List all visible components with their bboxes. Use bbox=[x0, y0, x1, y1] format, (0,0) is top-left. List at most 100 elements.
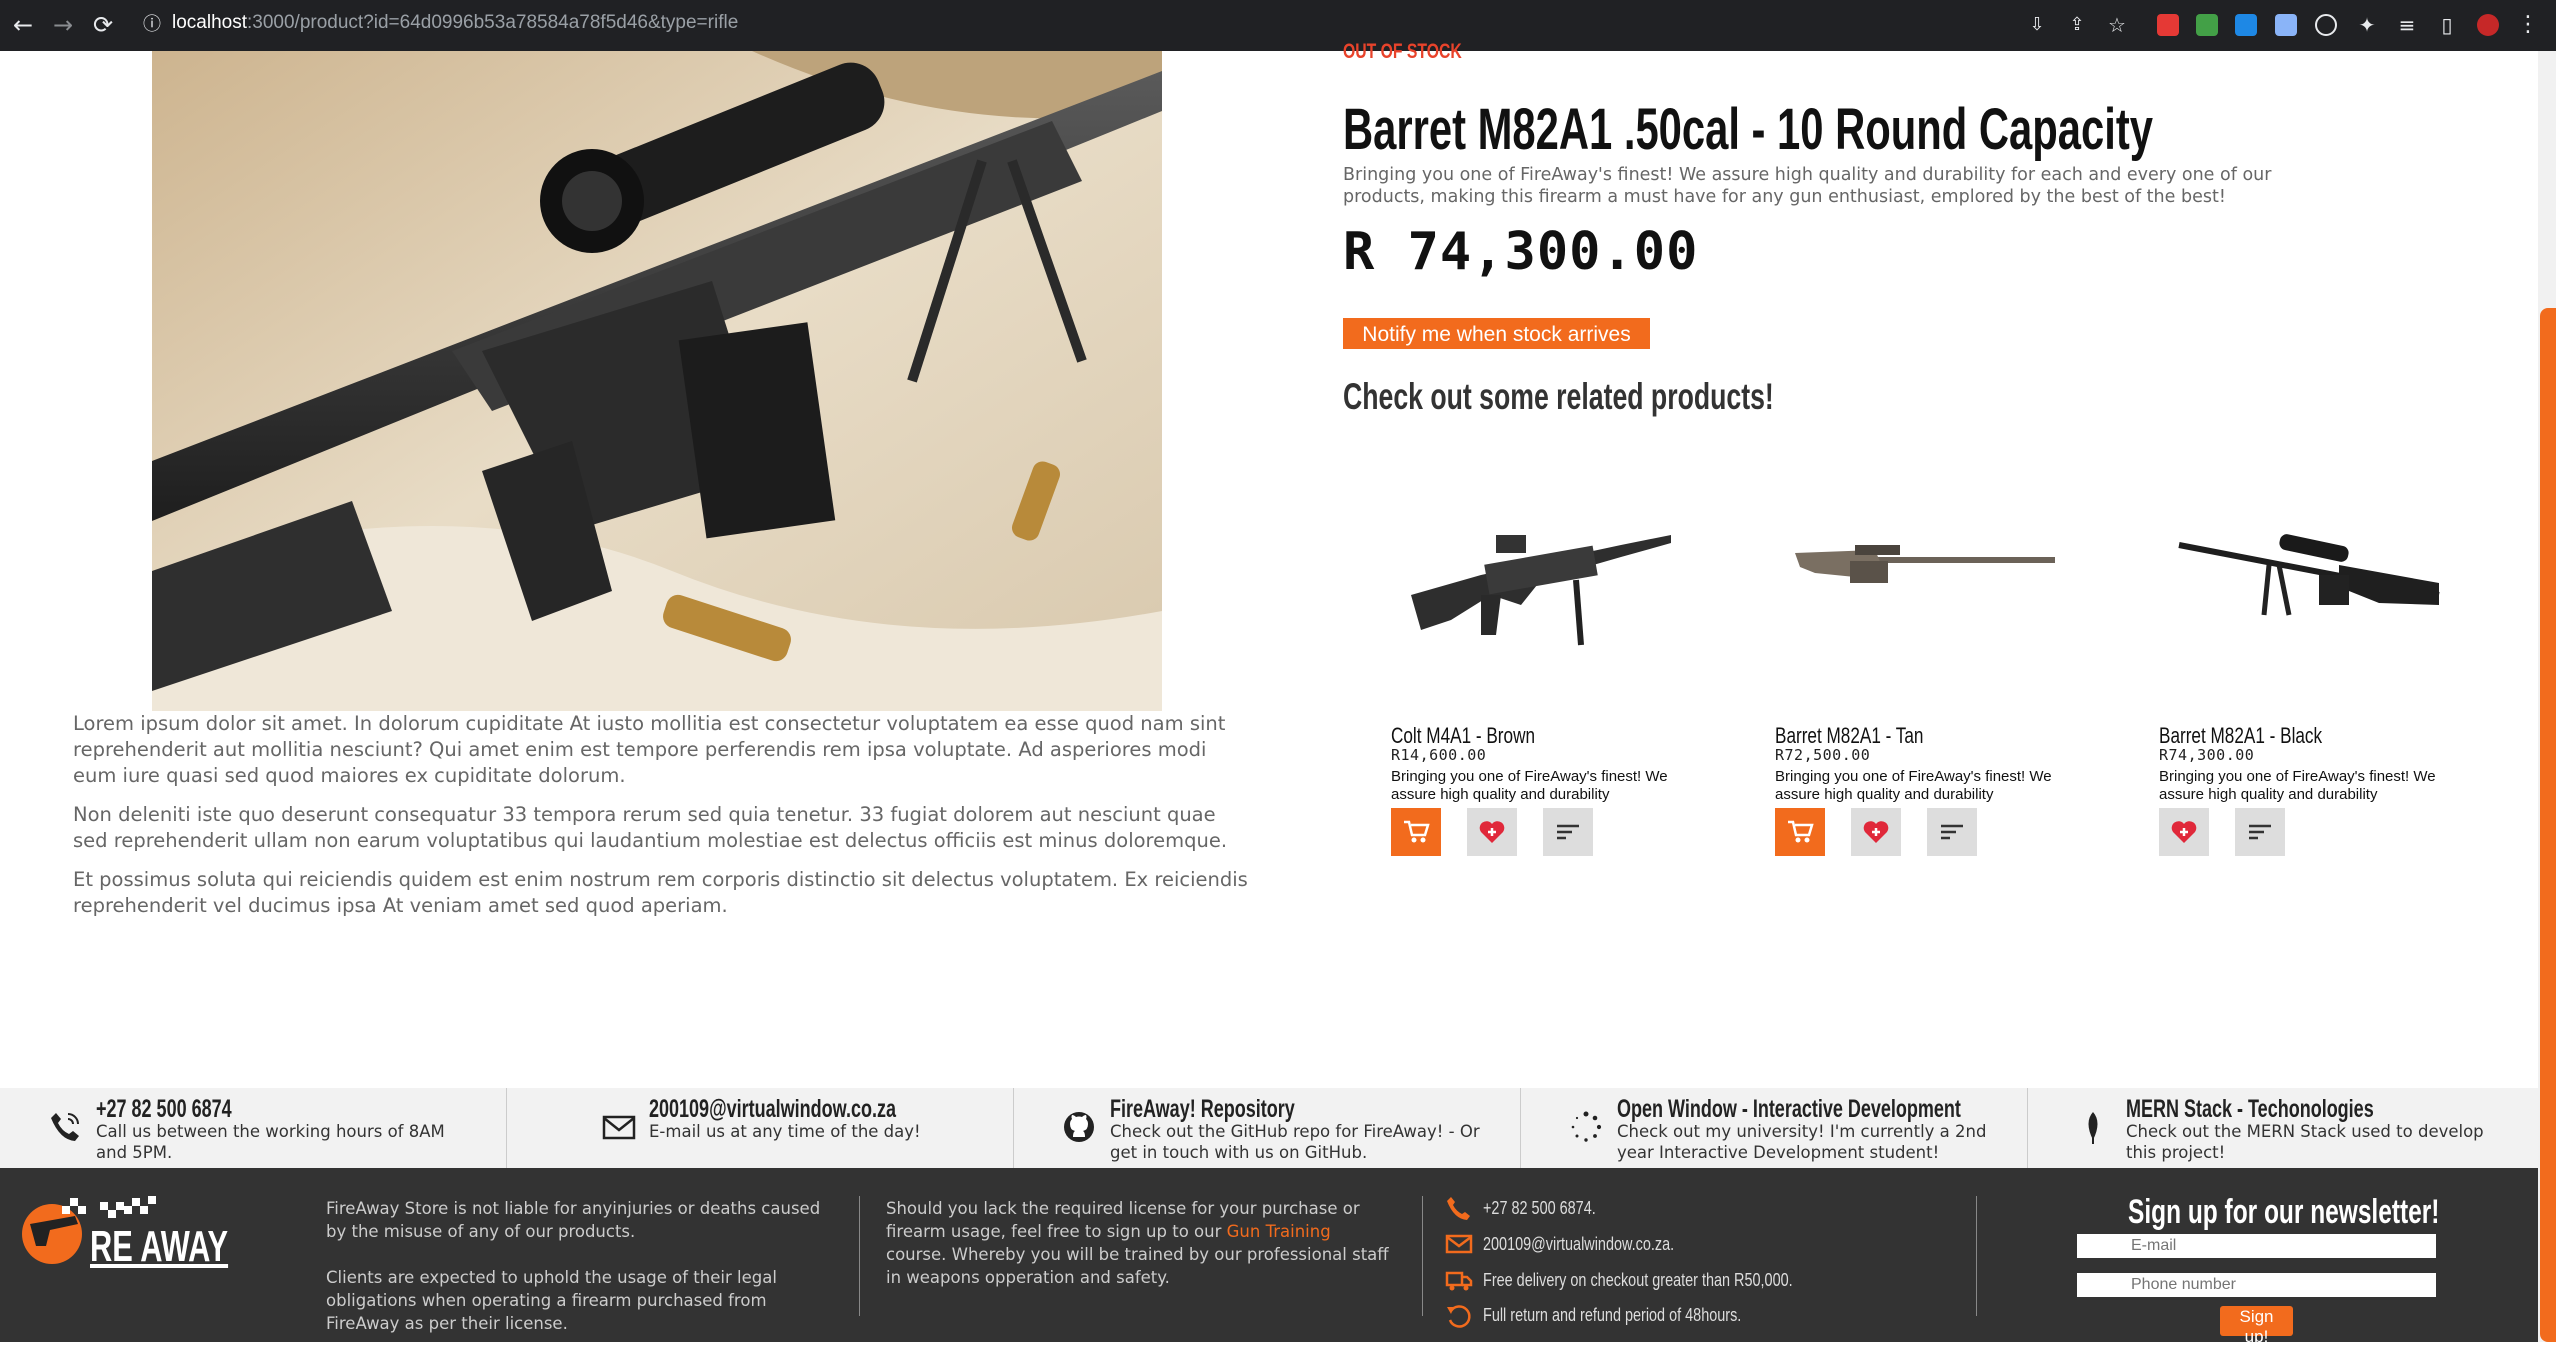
back-arrow-icon[interactable]: ← bbox=[8, 10, 38, 40]
add-to-wishlist-button[interactable] bbox=[1851, 808, 1901, 856]
sort-lines-icon bbox=[1557, 824, 1579, 840]
leaf-icon bbox=[2088, 1112, 2098, 1144]
footer-divider bbox=[1422, 1196, 1423, 1316]
newsletter-email-field[interactable] bbox=[2077, 1234, 2436, 1258]
mail-icon bbox=[1445, 1234, 1473, 1254]
bookmark-star-icon[interactable]: ☆ bbox=[2102, 10, 2132, 40]
product-long-description-paragraph: Non deleniti iste quo deserunt consequat… bbox=[73, 803, 1228, 852]
footer-email[interactable]: 200109@virtualwindow.co.za. bbox=[1483, 1233, 1674, 1255]
browser-menu-icon[interactable]: ⋮ bbox=[2513, 10, 2543, 40]
contact-description: Call us between the working hours of 8AM… bbox=[96, 1122, 445, 1162]
product-thumbnail bbox=[1411, 535, 1671, 646]
contact-title: +27 82 500 6874 bbox=[96, 1095, 232, 1123]
add-to-wishlist-button[interactable] bbox=[1467, 808, 1517, 856]
add-to-cart-button[interactable] bbox=[1775, 808, 1825, 856]
related-product-card[interactable]: Barret M82A1 - Black R74,300.00 Bringing… bbox=[2159, 495, 2459, 875]
related-product-card[interactable]: Colt M4A1 - Brown R14,600.00 Bringing yo… bbox=[1391, 495, 1691, 875]
heart-plus-icon bbox=[1863, 821, 1889, 843]
footer-license-info: Should you lack the required license for… bbox=[886, 1197, 1396, 1289]
product-thumbnail bbox=[1795, 545, 2055, 583]
phone-icon bbox=[51, 1113, 79, 1141]
notify-stock-button[interactable]: Notify me when stock arrives bbox=[1343, 318, 1650, 349]
footer-disclaimer: Clients are expected to uphold the usage… bbox=[326, 1268, 777, 1333]
extensions-puzzle-icon[interactable]: ✦ bbox=[2352, 10, 2382, 40]
logo-text: RE AWAY bbox=[90, 1222, 229, 1271]
contact-description: Check out my university! I'm currently a… bbox=[1617, 1122, 1987, 1162]
github-icon bbox=[1064, 1112, 1094, 1142]
share-icon[interactable]: ⇪ bbox=[2062, 10, 2092, 40]
product-image bbox=[152, 51, 1162, 711]
phone-icon bbox=[1447, 1197, 1470, 1220]
related-product-card[interactable]: Barret M82A1 - Tan R72,500.00 Bringing y… bbox=[1775, 495, 2075, 875]
contact-title: 200109@virtualwindow.co.za bbox=[649, 1095, 896, 1123]
browser-toolbar: ← → ⟳ ⓘ localhost:3000/product?id=64d099… bbox=[0, 0, 2556, 51]
extension-screen-icon[interactable] bbox=[2275, 14, 2297, 36]
forward-arrow-icon[interactable]: → bbox=[48, 10, 78, 40]
related-product-description: Bringing you one of FireAway's finest! W… bbox=[2159, 768, 2436, 803]
extension-green-icon[interactable] bbox=[2196, 14, 2218, 36]
newsletter-signup-button[interactable]: Sign up! bbox=[2220, 1306, 2293, 1346]
sort-lines-icon bbox=[2249, 824, 2271, 840]
sort-lines-icon bbox=[1941, 824, 1963, 840]
product-price: R 74,300.00 bbox=[1343, 222, 1699, 282]
contact-title: Open Window - Interactive Development bbox=[1617, 1095, 1961, 1123]
refund-return-icon bbox=[1447, 1305, 1471, 1328]
install-icon[interactable]: ⇩ bbox=[2022, 10, 2052, 40]
related-product-price: R14,600.00 bbox=[1391, 746, 1487, 764]
view-details-button[interactable] bbox=[1927, 808, 1977, 856]
cart-icon bbox=[1788, 820, 1814, 843]
rifle-photo-illustration bbox=[152, 51, 1162, 711]
contact-university[interactable]: Open Window - Interactive Development Ch… bbox=[1521, 1088, 2028, 1168]
loader-icon bbox=[1571, 1111, 1602, 1142]
page-scrollbar-thumb[interactable] bbox=[2540, 308, 2556, 1342]
related-product-description: Bringing you one of FireAway's finest! W… bbox=[1391, 768, 1668, 803]
newsletter-phone-field[interactable] bbox=[2077, 1273, 2436, 1297]
extension-blue-icon[interactable] bbox=[2235, 14, 2257, 36]
contact-phone[interactable]: +27 82 500 6874 Call us between the work… bbox=[0, 1088, 507, 1168]
contact-mern[interactable]: MERN Stack - Techonologies Check out the… bbox=[2028, 1088, 2538, 1168]
contact-github[interactable]: FireAway! Repository Check out the GitHu… bbox=[1014, 1088, 1521, 1168]
footer-phone[interactable]: +27 82 500 6874. bbox=[1483, 1197, 1596, 1219]
contact-title: FireAway! Repository bbox=[1110, 1095, 1295, 1123]
reload-icon[interactable]: ⟳ bbox=[88, 10, 118, 40]
cart-icon bbox=[1404, 820, 1430, 843]
add-to-cart-button[interactable] bbox=[1391, 808, 1441, 856]
mail-icon bbox=[602, 1115, 636, 1140]
footer-disclaimer: FireAway Store is not liable for anyinju… bbox=[326, 1199, 821, 1241]
url-host: localhost bbox=[172, 12, 247, 33]
footer-divider bbox=[859, 1196, 860, 1316]
gun-training-link[interactable]: Gun Training bbox=[1227, 1222, 1331, 1241]
product-description: Bringing you one of FireAway's finest! W… bbox=[1343, 165, 2272, 207]
product-long-description-paragraph: Et possimus soluta qui reiciendis quidem… bbox=[73, 868, 1248, 917]
footer-delivery: Free delivery on checkout greater than R… bbox=[1483, 1269, 1793, 1290]
newsletter-heading: Sign up for our newsletter! bbox=[2128, 1193, 2440, 1231]
footer-divider bbox=[1976, 1196, 1977, 1316]
logo-flag-icon bbox=[100, 1196, 156, 1218]
address-bar[interactable]: localhost:3000/product?id=64d0996b53a785… bbox=[172, 12, 738, 34]
view-details-button[interactable] bbox=[1543, 808, 1593, 856]
product-long-description-paragraph: Lorem ipsum dolor sit amet. In dolorum c… bbox=[73, 712, 1226, 787]
contact-description: Check out the MERN Stack used to develop… bbox=[2126, 1122, 2484, 1162]
contact-email[interactable]: 200109@virtualwindow.co.za E-mail us at … bbox=[507, 1088, 1014, 1168]
contact-title: MERN Stack - Techonologies bbox=[2126, 1095, 2374, 1123]
related-product-description: Bringing you one of FireAway's finest! W… bbox=[1775, 768, 2052, 803]
contact-strip: +27 82 500 6874 Call us between the work… bbox=[0, 1088, 2538, 1168]
stock-status-label: OUT OF STOCK bbox=[1343, 40, 1462, 63]
extension-red-icon[interactable] bbox=[2157, 14, 2179, 36]
side-panel-icon[interactable]: ▯ bbox=[2432, 10, 2462, 40]
fireaway-logo[interactable]: RE AWAY bbox=[20, 1194, 228, 1271]
related-product-price: R74,300.00 bbox=[2159, 746, 2255, 764]
related-product-price: R72,500.00 bbox=[1775, 746, 1871, 764]
view-details-button[interactable] bbox=[2235, 808, 2285, 856]
product-thumbnail bbox=[2178, 534, 2440, 616]
heart-plus-icon bbox=[1479, 821, 1505, 843]
delivery-truck-icon bbox=[1445, 1271, 1473, 1291]
url-path: :3000/product?id=64d0996b53a78584a78f5d4… bbox=[247, 12, 739, 33]
add-to-wishlist-button[interactable] bbox=[2159, 808, 2209, 856]
profile-avatar[interactable] bbox=[2477, 14, 2499, 36]
site-info-icon[interactable]: ⓘ bbox=[137, 10, 167, 40]
related-products-heading: Check out some related products! bbox=[1343, 376, 1774, 417]
contact-description: Check out the GitHub repo for FireAway! … bbox=[1110, 1122, 1480, 1162]
extension-circle-icon[interactable] bbox=[2315, 14, 2337, 36]
reading-list-icon[interactable]: ≡ bbox=[2392, 10, 2422, 40]
